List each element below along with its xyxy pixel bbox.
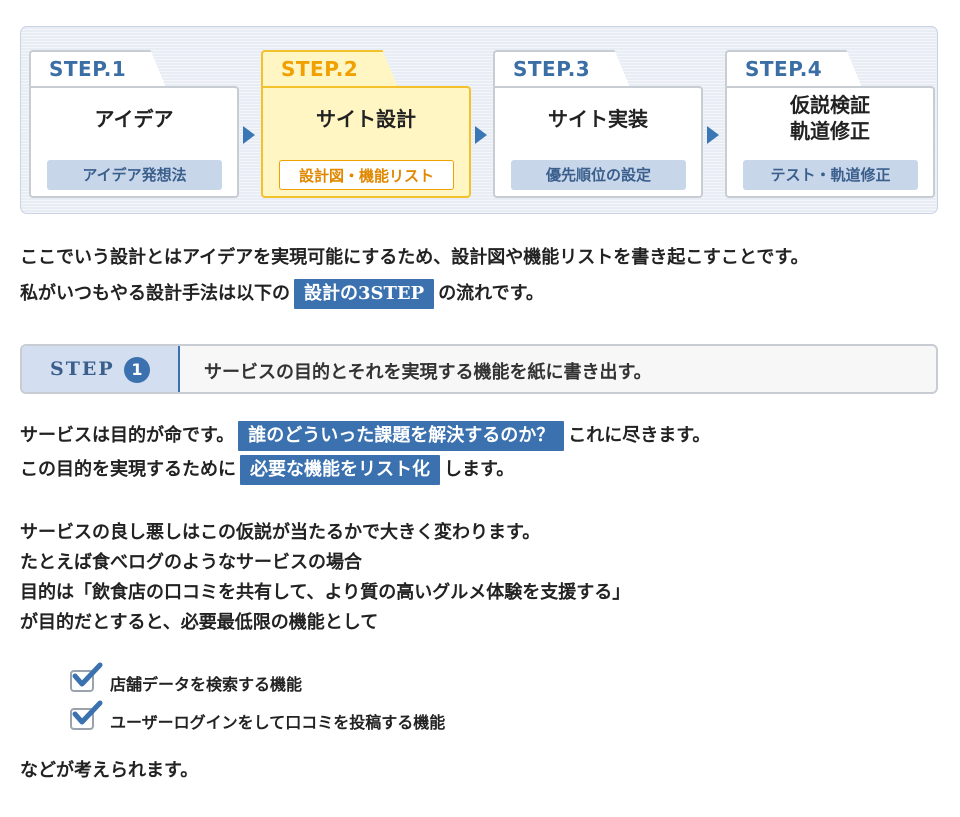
step-card-1: STEP.1 アイデア アイデア発想法: [29, 50, 239, 198]
text: サービスは目的が命です。: [20, 425, 235, 446]
step-pill: 優先順位の設定: [511, 160, 686, 190]
intro-line-1: ここでいう設計とはアイデアを実現可能にするため、設計図や機能リストを書き起こすこ…: [20, 247, 809, 268]
step-label: STEP.2: [281, 57, 359, 81]
step-label: STEP.4: [745, 57, 823, 81]
step-card-2: STEP.2 サイト設計 設計図・機能リスト: [261, 50, 471, 198]
step-body: サイト設計 設計図・機能リスト: [261, 86, 471, 198]
arrow-right-icon: [243, 126, 255, 144]
step-body: サイト実装 優先順位の設定: [493, 86, 703, 198]
text: します。: [444, 459, 515, 480]
arrow-right-icon: [707, 126, 719, 144]
text: 私がいつもやる設計手法は以下の: [20, 283, 290, 304]
checklist-label: ユーザーログインをして口コミを投稿する機能: [110, 713, 446, 732]
example-line-2: たとえば食べログのようなサービスの場合: [20, 552, 362, 573]
step-label: STEP.1: [49, 57, 127, 81]
highlight-3step: 設計の3STEP: [294, 279, 435, 309]
step-title-line: 仮説検証: [790, 93, 870, 117]
step-description: サービスの目的とそれを実現する機能を紙に書き出す。: [204, 362, 652, 383]
step-label: STEP: [50, 358, 115, 380]
step-header-bar: STEP 1 サービスの目的とそれを実現する機能を紙に書き出す。: [20, 344, 938, 394]
step-pill: 設計図・機能リスト: [279, 160, 454, 190]
highlight-feature-list: 必要な機能をリスト化: [240, 455, 440, 485]
purpose-line-1: サービスは目的が命です。 誰のどういった課題を解決するのか？ これに尽きます。: [20, 419, 710, 453]
step-title: 仮説検証 軌道修正: [727, 92, 933, 144]
highlight-question: 誰のどういった課題を解決するのか？: [238, 421, 565, 451]
arrow-right-icon: [475, 126, 487, 144]
checkmark-icon: [72, 700, 103, 725]
step-card-4: STEP.4 仮説検証 軌道修正 テスト・軌道修正: [725, 50, 935, 198]
checklist-label: 店舗データを検索する機能: [110, 675, 303, 694]
purpose-line-2: この目的を実現するために 必要な機能をリスト化 します。: [20, 453, 514, 487]
step-body: 仮説検証 軌道修正 テスト・軌道修正: [725, 86, 935, 198]
text: この目的を実現するために: [20, 459, 236, 480]
step-flow-panel: STEP.1 アイデア アイデア発想法 STEP.2 サイト設計 設計図・機能リ…: [20, 26, 938, 214]
step-label-box: STEP 1: [22, 346, 180, 392]
checkmark-icon: [72, 662, 103, 687]
step-pill: アイデア発想法: [47, 160, 222, 190]
text: これに尽きます。: [568, 425, 711, 446]
step-card-3: STEP.3 サイト実装 優先順位の設定: [493, 50, 703, 198]
step-title: サイト実装: [548, 107, 648, 131]
step-title: アイデア: [94, 107, 174, 131]
step-title: サイト設計: [316, 107, 416, 131]
example-line-1: サービスの良し悪しはこの仮説が当たるかで大きく変わります。: [20, 522, 541, 543]
intro-line-2: 私がいつもやる設計手法は以下の 設計の3STEP の流れです。: [20, 277, 544, 311]
step-title-line: 軌道修正: [790, 119, 870, 143]
closing-text: などが考えられます。: [20, 760, 199, 781]
step-body: アイデア アイデア発想法: [29, 86, 239, 198]
example-line-3: 目的は「飲食店の口コミを共有して、より質の高いグルメ体験を支援する」: [20, 582, 631, 603]
text: の流れです。: [438, 283, 544, 304]
example-line-4: が目的だとすると、必要最低限の機能として: [20, 612, 379, 633]
step-number-badge: 1: [124, 357, 150, 383]
step-label: STEP.3: [513, 57, 591, 81]
step-pill: テスト・軌道修正: [743, 160, 918, 190]
